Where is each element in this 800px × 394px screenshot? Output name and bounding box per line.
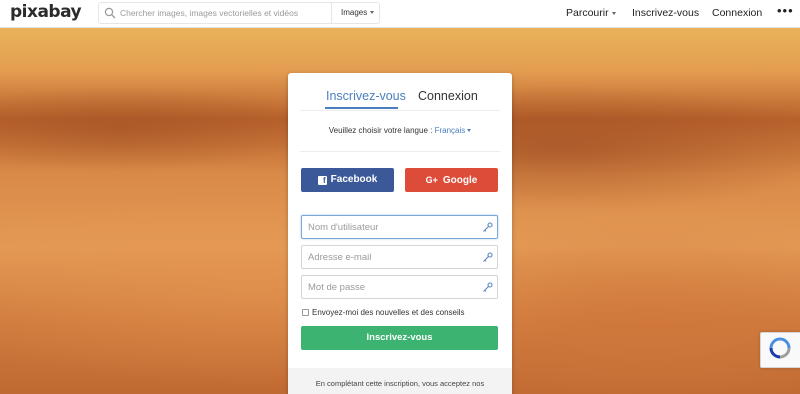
language-dropdown[interactable]: Français bbox=[435, 126, 472, 135]
tab-signup[interactable]: Inscrivez-vous bbox=[326, 89, 406, 103]
recaptcha-badge[interactable] bbox=[760, 332, 800, 368]
terms-text: En complétant cette inscription, vous ac… bbox=[315, 379, 485, 388]
newsletter-checkbox[interactable] bbox=[302, 309, 309, 316]
username-field bbox=[301, 215, 498, 239]
search-type-label: Images bbox=[341, 8, 368, 17]
newsletter-label: Envoyez-moi des nouvelles et des conseil… bbox=[312, 308, 465, 317]
chevron-down-icon bbox=[370, 11, 375, 15]
password-input[interactable] bbox=[308, 276, 478, 298]
search-input[interactable] bbox=[120, 3, 330, 23]
language-prompt: Veuillez choisir votre langue : bbox=[328, 126, 433, 135]
pixabay-logo[interactable]: pixabay bbox=[10, 2, 82, 22]
active-tab-indicator bbox=[325, 107, 398, 109]
search-icon bbox=[104, 7, 116, 19]
language-value: Français bbox=[434, 126, 466, 135]
search-type-dropdown[interactable]: Images bbox=[331, 3, 379, 23]
key-icon bbox=[483, 282, 493, 292]
facebook-button-label: Facebook bbox=[330, 174, 378, 185]
key-icon bbox=[483, 222, 493, 232]
chevron-down-icon bbox=[611, 11, 616, 15]
facebook-login-button[interactable]: f Facebook bbox=[301, 168, 394, 192]
google-login-button[interactable]: G+ Google bbox=[405, 168, 498, 192]
email-input[interactable] bbox=[308, 246, 478, 268]
recaptcha-icon bbox=[769, 337, 791, 359]
nav-login[interactable]: Connexion bbox=[712, 7, 762, 19]
auth-tabs: Inscrivez-vous Connexion bbox=[288, 73, 512, 111]
newsletter-option: Envoyez-moi des nouvelles et des conseil… bbox=[302, 308, 465, 317]
language-selector: Veuillez choisir votre langue : Français bbox=[288, 126, 512, 135]
signup-card: Inscrivez-vous Connexion Veuillez choisi… bbox=[288, 73, 512, 394]
nav-browse[interactable]: Parcourir bbox=[566, 7, 616, 19]
more-menu-button[interactable]: ••• bbox=[777, 3, 794, 18]
tab-login[interactable]: Connexion bbox=[418, 89, 478, 103]
password-field bbox=[301, 275, 498, 299]
signup-submit-button[interactable]: Inscrivez-vous bbox=[301, 326, 498, 350]
facebook-icon: f bbox=[317, 176, 327, 185]
divider bbox=[300, 151, 500, 152]
divider bbox=[300, 110, 500, 111]
email-field bbox=[301, 245, 498, 269]
nav-signup[interactable]: Inscrivez-vous bbox=[632, 7, 699, 19]
chevron-down-icon bbox=[467, 129, 472, 133]
google-plus-icon: G+ bbox=[425, 175, 438, 185]
search-bar: Images bbox=[98, 2, 380, 24]
top-navigation-bar: pixabay Images Parcourir Inscrivez-vous … bbox=[0, 0, 800, 28]
key-icon bbox=[483, 252, 493, 262]
username-input[interactable] bbox=[308, 216, 478, 238]
google-button-label: Google bbox=[442, 175, 478, 186]
nav-browse-label: Parcourir bbox=[566, 7, 609, 19]
